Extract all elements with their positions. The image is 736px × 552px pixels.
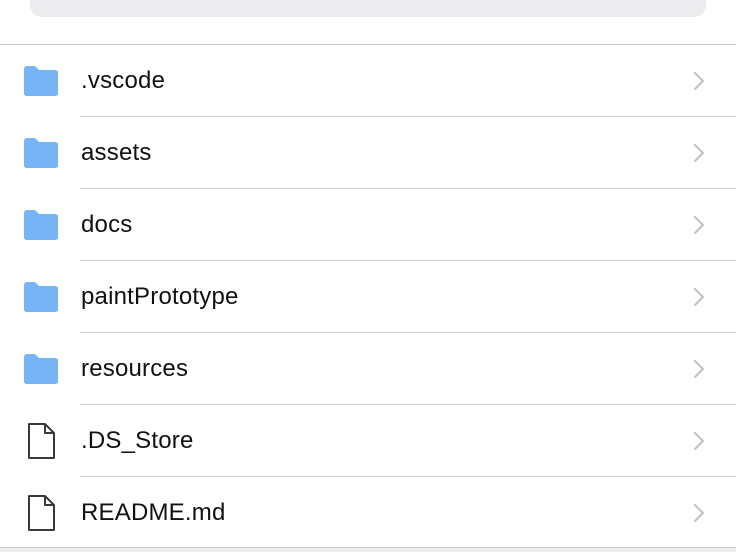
search-input[interactable] — [94, 0, 698, 10]
folder-icon — [21, 61, 61, 101]
search-bar[interactable] — [30, 0, 706, 17]
document-icon — [21, 493, 61, 533]
bottom-divider — [0, 547, 736, 552]
file-list: .vscode assets docs paintPrototype resou… — [0, 45, 736, 549]
list-item-ds-store[interactable]: .DS_Store — [0, 405, 736, 477]
folder-icon — [21, 277, 61, 317]
folder-icon — [21, 205, 61, 245]
chevron-right-icon — [692, 502, 706, 524]
file-name: paintPrototype — [81, 283, 239, 310]
chevron-right-icon — [692, 430, 706, 452]
list-item-resources[interactable]: resources — [0, 333, 736, 405]
folder-icon — [21, 349, 61, 389]
list-item-paintprototype[interactable]: paintPrototype — [0, 261, 736, 333]
list-item-assets[interactable]: assets — [0, 117, 736, 189]
chevron-right-icon — [692, 358, 706, 380]
file-name: .vscode — [81, 67, 166, 94]
chevron-right-icon — [692, 142, 706, 164]
folder-icon — [21, 133, 61, 173]
file-browser-screen: .vscode assets docs paintPrototype resou… — [0, 0, 736, 552]
search-area — [0, 0, 736, 45]
list-item-vscode[interactable]: .vscode — [0, 45, 736, 117]
chevron-right-icon — [692, 286, 706, 308]
file-name: README.md — [81, 499, 226, 526]
file-name: resources — [81, 355, 189, 382]
chevron-right-icon — [692, 214, 706, 236]
chevron-right-icon — [692, 70, 706, 92]
file-name: .DS_Store — [81, 427, 194, 454]
list-item-docs[interactable]: docs — [0, 189, 736, 261]
document-icon — [21, 421, 61, 461]
file-name: docs — [81, 211, 133, 238]
list-item-readme[interactable]: README.md — [0, 477, 736, 549]
file-name: assets — [81, 139, 152, 166]
